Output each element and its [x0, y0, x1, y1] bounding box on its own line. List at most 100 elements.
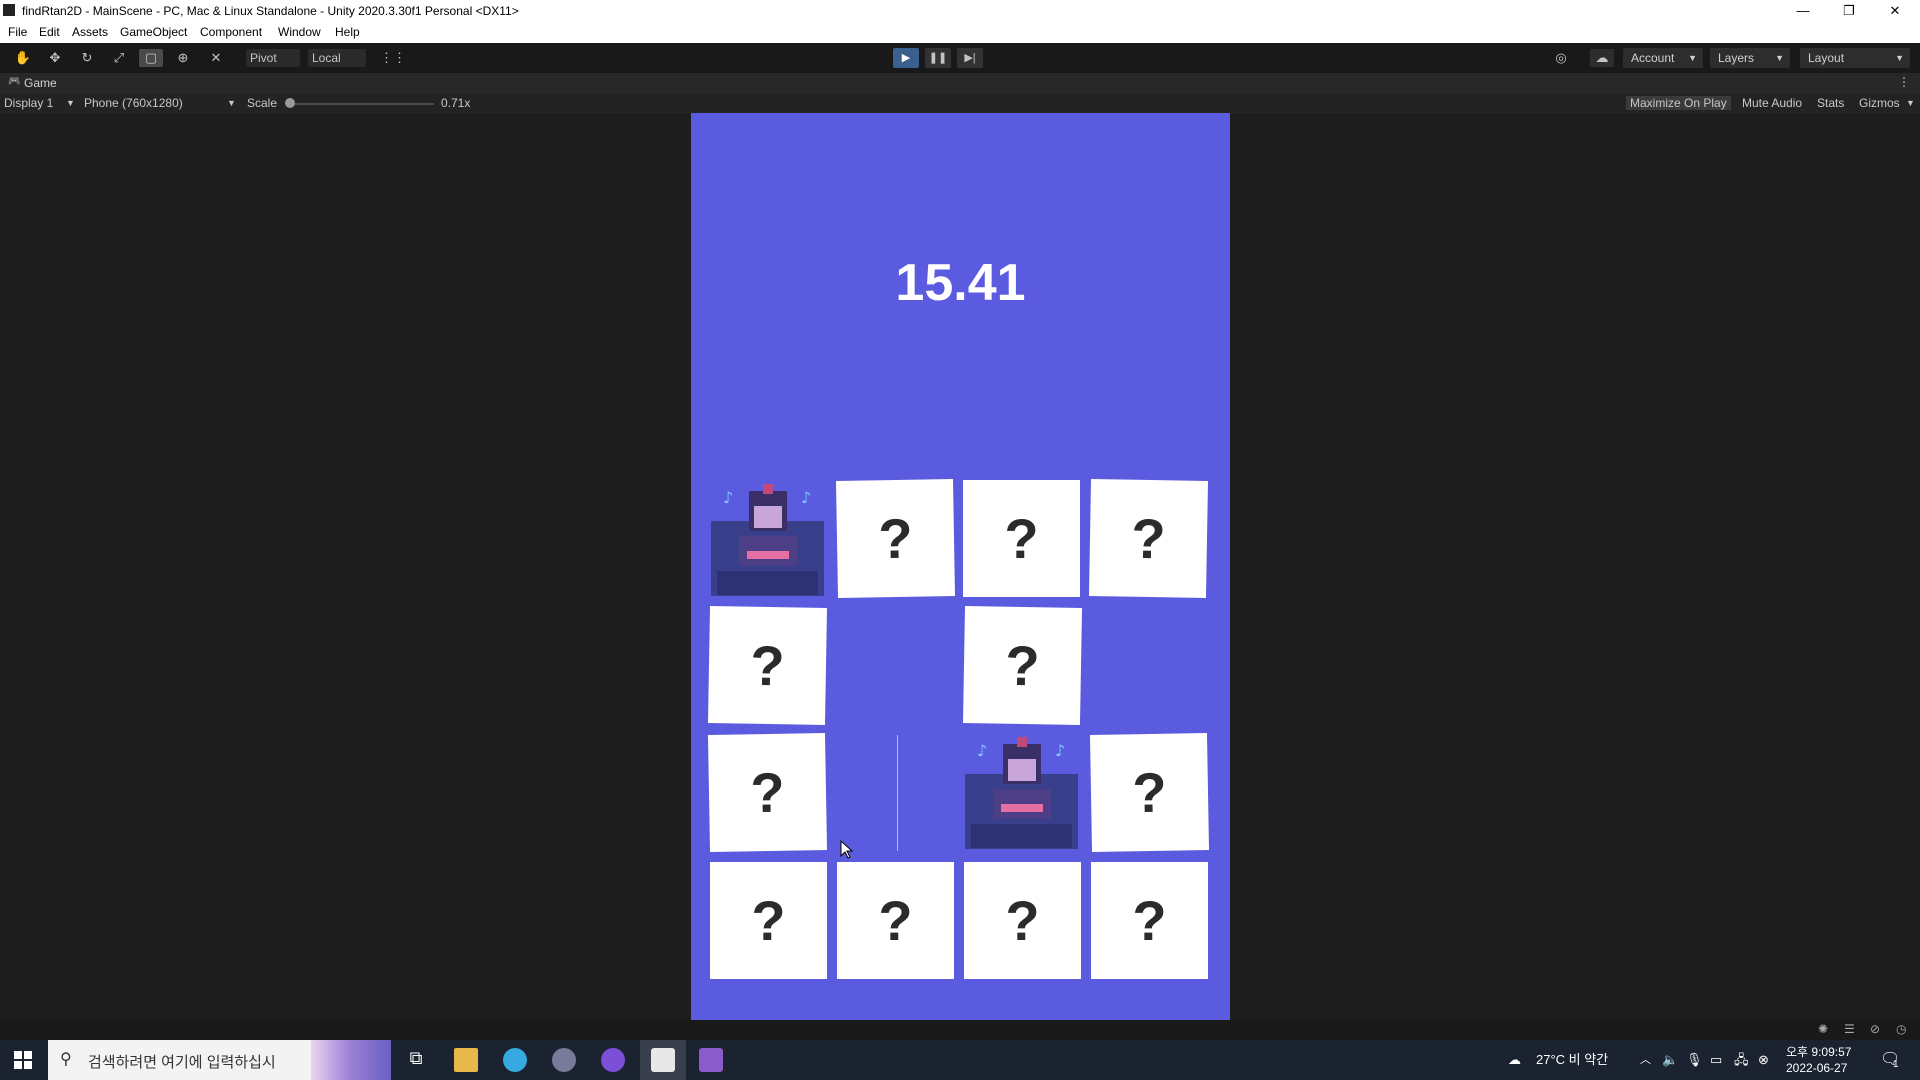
cloud-icon[interactable]: ☁	[1590, 49, 1614, 67]
github-desktop-icon[interactable]	[601, 1048, 625, 1072]
pivot-toggle[interactable]: Pivot	[246, 49, 300, 67]
card-question-mark: ?	[877, 506, 914, 571]
card-hidden[interactable]: ?	[835, 478, 956, 599]
scale-slider-handle[interactable]	[285, 98, 295, 108]
rotate-tool-icon[interactable]: ↻	[75, 49, 99, 67]
rect-tool-icon[interactable]: ▢	[139, 49, 163, 67]
battery-icon[interactable]: ▭	[1710, 1040, 1722, 1080]
custom-tool-icon[interactable]: ✕	[204, 49, 228, 67]
play-button[interactable]: ▶	[893, 48, 919, 68]
svg-text:♪: ♪	[723, 488, 733, 507]
minimize-button[interactable]: —	[1780, 0, 1826, 22]
gizmos-toggle[interactable]: Gizmos	[1859, 96, 1900, 110]
menu-window[interactable]: Window	[278, 25, 321, 39]
network-status-icon[interactable]: 🖧	[1734, 1040, 1749, 1080]
menu-edit[interactable]: Edit	[39, 25, 60, 39]
search-placeholder: 검색하려면 여기에 입력하십시	[88, 1054, 276, 1071]
app-icon[interactable]	[552, 1048, 576, 1072]
collab-icon[interactable]: ◎	[1549, 49, 1573, 67]
task-view-icon[interactable]: ⧉	[404, 1048, 428, 1072]
scale-slider-track[interactable]	[286, 103, 434, 105]
card-hidden[interactable]: ?	[962, 605, 1083, 726]
unity-taskbar-icon	[651, 1048, 675, 1072]
layers-stack-icon[interactable]: ☰	[1844, 1022, 1855, 1036]
chevron-down-icon: ▼	[1775, 53, 1784, 63]
card-hidden[interactable]: ?	[837, 862, 954, 979]
progress-icon[interactable]: ◷	[1896, 1022, 1906, 1036]
card-hidden[interactable]: ?	[707, 732, 828, 853]
pause-button[interactable]: ❚❚	[925, 48, 951, 68]
weather-text[interactable]: 27°C 비 약간	[1536, 1040, 1608, 1080]
account-label: Account	[1631, 51, 1675, 65]
svg-text:♪: ♪	[1055, 741, 1065, 760]
resolution-dropdown[interactable]: Phone (760x1280)	[84, 96, 183, 110]
close-circle-icon[interactable]: ⊗	[1758, 1040, 1769, 1080]
clock-time[interactable]: 오후 9:09:57	[1786, 1043, 1851, 1060]
card-hidden[interactable]: ?	[964, 862, 1081, 979]
scale-tool-icon[interactable]: ⤢	[107, 49, 131, 67]
card-revealed-rtan[interactable]: ♪ ♪	[963, 734, 1080, 851]
gamepad-icon: 🎮	[8, 76, 21, 87]
timer-text: 15.41	[895, 254, 1026, 312]
local-toggle[interactable]: Local	[308, 49, 366, 67]
search-icon: ⚲	[60, 1051, 72, 1068]
game-tab-bar: 🎮 Game ⋮	[0, 73, 1920, 93]
card-hidden[interactable]: ?	[1089, 732, 1210, 853]
card-question-mark: ?	[751, 889, 786, 952]
windows-taskbar: ⚲ 검색하려면 여기에 입력하십시 ⧉ ☁ 27°C 비 약간 ︿ 🔈 🎙 ▭ …	[0, 1040, 1920, 1080]
clock-date[interactable]: 2022-06-27	[1786, 1061, 1847, 1075]
menu-help[interactable]: Help	[335, 25, 360, 39]
editor-status-bar: ✺ ☰ ⊘ ◷	[0, 1020, 1920, 1040]
pivot-label: Pivot	[250, 51, 277, 65]
card-hidden[interactable]: ?	[1088, 478, 1209, 599]
chevron-down-icon: ▼	[227, 98, 236, 108]
display-dropdown[interactable]: Display 1	[4, 96, 53, 110]
hand-tool-icon[interactable]: ✋	[11, 49, 35, 67]
game-screen: 15.41 ♪ ♪ ? ? ? ? ? ? ♪ ♪ ? ? ? ? ?	[691, 113, 1230, 1020]
close-button[interactable]: ✕	[1872, 0, 1918, 22]
unity-taskbar-active[interactable]	[640, 1040, 686, 1080]
chevron-up-icon[interactable]: ︿	[1640, 1040, 1651, 1080]
game-controls: Display 1 ▼ Phone (760x1280) ▼ Scale 0.7…	[0, 93, 1920, 113]
file-explorer-icon[interactable]	[454, 1048, 478, 1072]
menu-assets[interactable]: Assets	[72, 25, 108, 39]
move-tool-icon[interactable]: ✥	[43, 49, 67, 67]
layout-dropdown[interactable]: Layout ▼	[1800, 48, 1910, 68]
scale-value: 0.71x	[441, 96, 471, 110]
transform-tool-icon[interactable]: ⊕	[171, 49, 195, 67]
bug-icon[interactable]: ✺	[1818, 1022, 1828, 1036]
twitter-app-icon[interactable]	[503, 1048, 527, 1072]
windows-start-icon[interactable]	[14, 1051, 32, 1069]
stats-toggle[interactable]: Stats	[1817, 96, 1844, 110]
visual-studio-icon[interactable]	[699, 1048, 723, 1072]
grid-snap-icon[interactable]: ⋮⋮	[380, 49, 406, 67]
step-button[interactable]: ▶|	[957, 48, 983, 68]
microphone-icon[interactable]: 🎙	[1686, 1040, 1703, 1080]
window-titlebar: findRtan2D - MainScene - PC, Mac & Linux…	[0, 0, 1920, 22]
card-revealed-rtan[interactable]: ♪ ♪	[709, 481, 826, 598]
taskbar-search-box[interactable]: ⚲ 검색하려면 여기에 입력하십시	[48, 1040, 391, 1080]
restore-button[interactable]: ❐	[1826, 0, 1872, 22]
card-question-mark: ?	[1004, 507, 1039, 570]
maximize-on-play-toggle[interactable]: Maximize On Play	[1626, 96, 1731, 110]
more-options-icon[interactable]: ⋮	[1898, 75, 1910, 89]
tab-game[interactable]: Game	[24, 76, 57, 90]
card-hidden[interactable]: ?	[710, 862, 827, 979]
account-dropdown[interactable]: Account ▼	[1623, 48, 1703, 68]
mute-audio-toggle[interactable]: Mute Audio	[1742, 96, 1802, 110]
card-question-mark: ?	[1130, 506, 1167, 571]
card-hidden[interactable]: ?	[707, 605, 828, 726]
card-hidden[interactable]: ?	[963, 480, 1080, 597]
weather-icon[interactable]: ☁	[1508, 1040, 1521, 1080]
card-question-mark: ?	[878, 889, 913, 952]
card-question-mark: ?	[1004, 633, 1041, 698]
card-hidden[interactable]: ?	[1091, 862, 1208, 979]
menu-component[interactable]: Component	[200, 25, 262, 39]
network-icon[interactable]: ⊘	[1870, 1022, 1880, 1036]
menu-gameobject[interactable]: GameObject	[120, 25, 187, 39]
scale-label: Scale	[247, 96, 278, 110]
menu-file[interactable]: File	[8, 25, 27, 39]
unity-logo-icon	[3, 4, 15, 16]
layers-dropdown[interactable]: Layers ▼	[1710, 48, 1790, 68]
volume-icon[interactable]: 🔈	[1662, 1040, 1678, 1080]
